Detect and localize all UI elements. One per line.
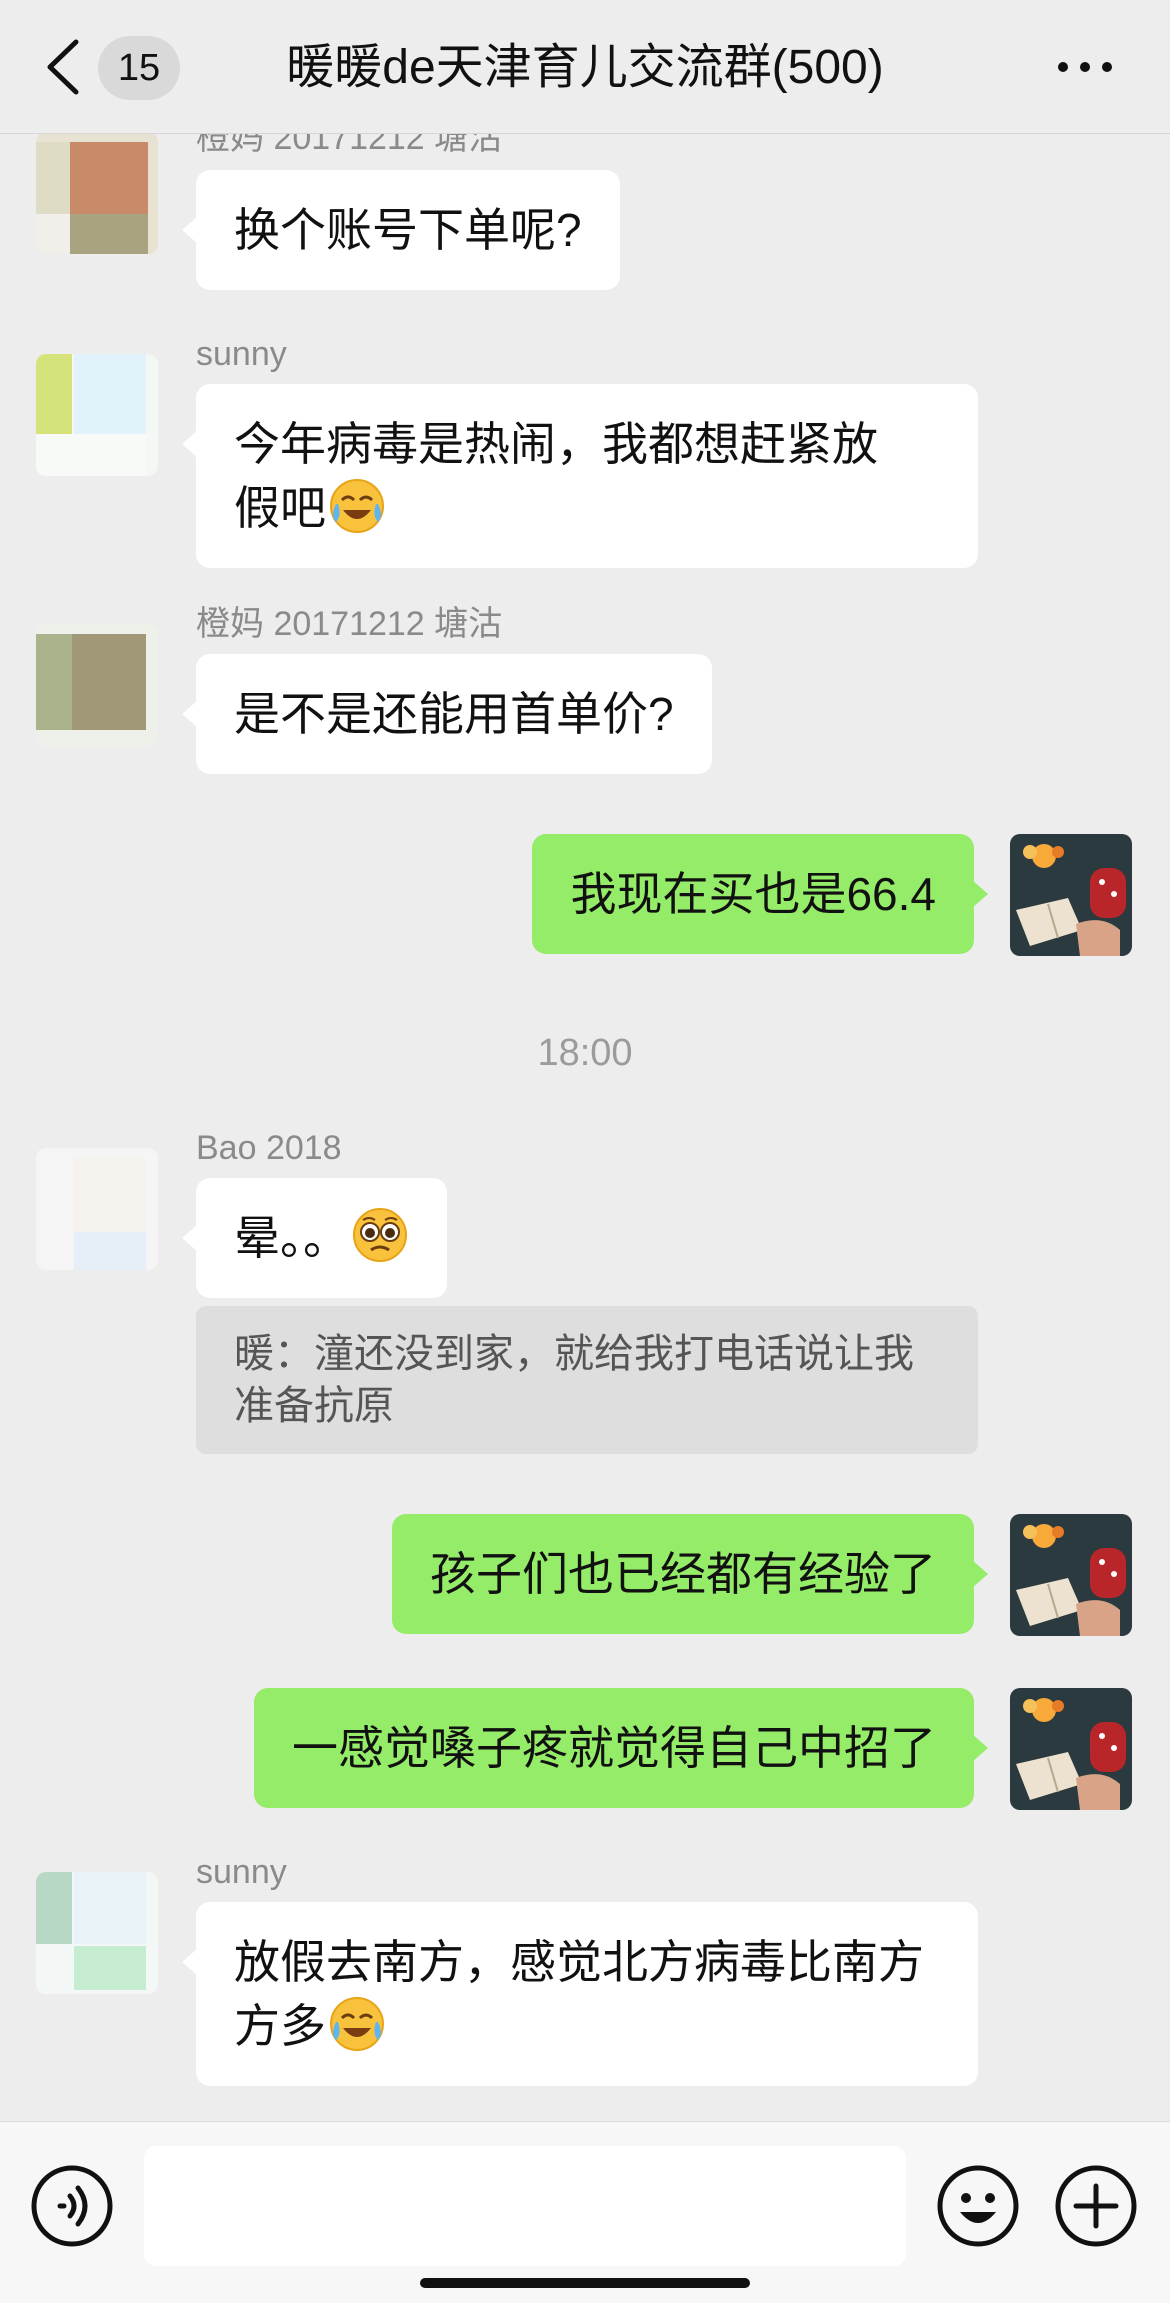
group-chat-title[interactable]: 暖暖de天津育儿交流群(500) — [210, 36, 960, 100]
message-bubble[interactable]: 换个账号下单呢? — [182, 170, 620, 290]
plus-icon — [1055, 2165, 1137, 2247]
message-text-line: 假吧 — [234, 476, 940, 540]
message-text-line: 今年病毒是热闹，我都想赶紧放 — [234, 418, 878, 470]
message-input[interactable] — [144, 2146, 906, 2266]
message-text-line: 方多 — [234, 1994, 940, 2058]
message-bubble[interactable]: 今年病毒是热闹，我都想赶紧放 假吧 — [182, 384, 978, 568]
message-list[interactable]: 橙妈 20171212 塘沽 换个账号下单呢? sunny 今年病毒是热闹，我都… — [0, 134, 1170, 2121]
voice-icon — [31, 2165, 113, 2247]
my-avatar[interactable] — [1010, 1514, 1132, 1636]
more-options-button[interactable] — [1055, 50, 1115, 84]
crying-laughing-emoji-icon — [330, 479, 384, 533]
sender-avatar[interactable] — [36, 1148, 158, 1270]
message-bubble[interactable]: 一感觉嗓子疼就觉得自己中招了 — [254, 1688, 988, 1808]
crying-laughing-emoji-icon — [330, 1997, 384, 2051]
sender-name: 橙妈 20171212 塘沽 — [196, 134, 503, 157]
ellipsis-icon — [1058, 62, 1112, 72]
back-button[interactable] — [42, 38, 86, 96]
smiley-icon — [937, 2165, 1019, 2247]
sender-avatar[interactable] — [36, 354, 158, 476]
message-bubble[interactable]: 我现在买也是66.4 — [532, 834, 988, 954]
sender-avatar[interactable] — [36, 624, 158, 746]
message-text-line: 放假去南方，感觉北方病毒比南方 — [234, 1936, 924, 1988]
chat-header: 15 暖暖de天津育儿交流群(500) — [0, 0, 1170, 134]
my-avatar[interactable] — [1010, 834, 1132, 956]
sender-avatar[interactable] — [36, 1872, 158, 1994]
home-indicator — [420, 2278, 750, 2288]
emoji-button[interactable] — [936, 2164, 1020, 2248]
quote-text-line: 准备抗原 — [234, 1384, 394, 1428]
time-divider: 18:00 — [537, 1032, 633, 1074]
message-bubble[interactable]: 放假去南方，感觉北方病毒比南方 方多 — [182, 1902, 978, 2086]
sender-name: sunny — [196, 1853, 287, 1891]
sender-name: 橙妈 20171212 塘沽 — [196, 605, 503, 643]
message-bubble[interactable]: 孩子们也已经都有经验了 — [392, 1514, 988, 1634]
quoted-message[interactable]: 暖：潼还没到家，就给我打电话说让我 准备抗原 — [196, 1306, 978, 1454]
sender-name: sunny — [196, 335, 287, 373]
unread-count-badge[interactable]: 15 — [98, 36, 180, 100]
voice-input-button[interactable] — [30, 2164, 114, 2248]
message-bubble[interactable]: 晕。。 — [182, 1178, 447, 1298]
my-avatar[interactable] — [1010, 1688, 1132, 1810]
more-functions-button[interactable] — [1054, 2164, 1138, 2248]
pleading-face-emoji-icon — [353, 1208, 407, 1262]
message-bubble[interactable]: 是不是还能用首单价? — [182, 654, 712, 774]
sender-name: Bao 2018 — [196, 1129, 342, 1167]
chevron-left-icon — [47, 39, 79, 95]
sender-avatar[interactable] — [36, 134, 158, 254]
quote-text-line: 暖：潼还没到家，就给我打电话说让我 — [234, 1332, 914, 1376]
input-bar — [0, 2121, 1170, 2303]
